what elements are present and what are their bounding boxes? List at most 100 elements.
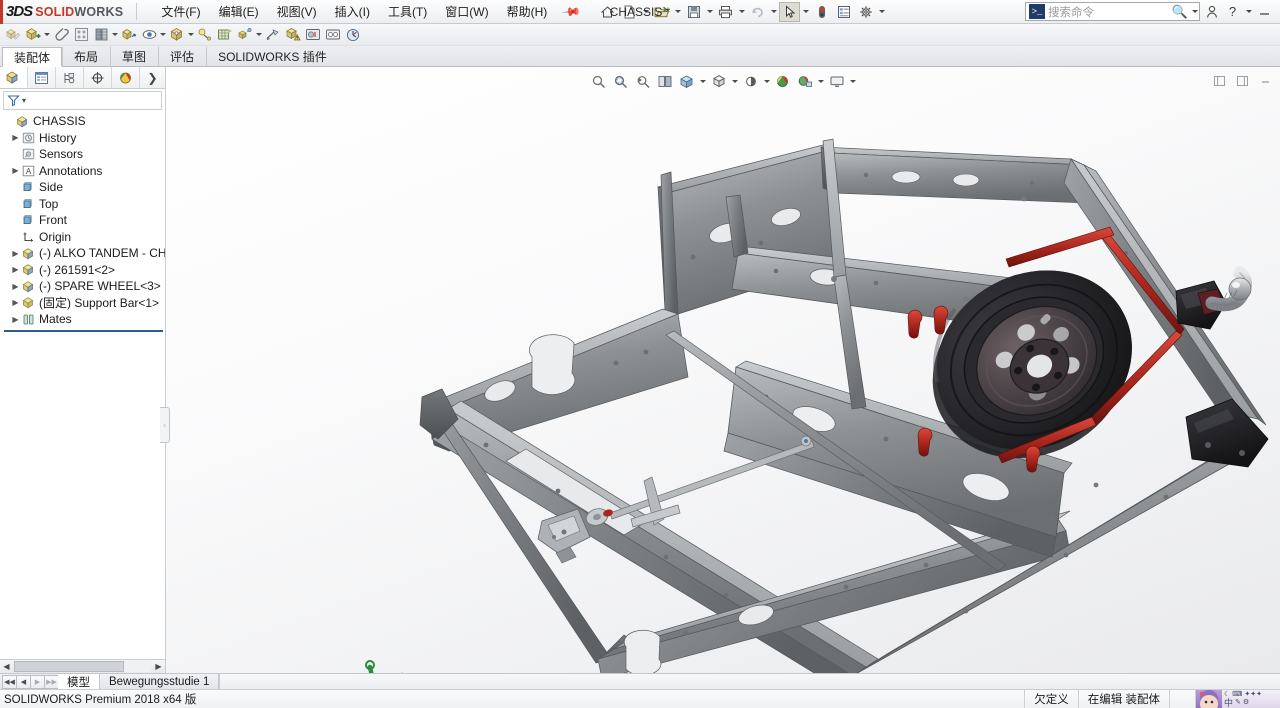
last-tab-button[interactable]: ▶▶ <box>44 674 59 689</box>
select-button[interactable] <box>779 1 801 22</box>
new-document-button[interactable] <box>619 2 640 22</box>
menu-window[interactable]: 窗口(W) <box>436 0 497 24</box>
pin-icon[interactable]: 📌 <box>562 1 582 21</box>
display-style-caret[interactable] <box>731 70 740 92</box>
new-document-caret[interactable] <box>641 2 650 22</box>
view-settings-caret[interactable] <box>849 70 858 92</box>
tab-display-manager[interactable] <box>112 67 140 88</box>
expander[interactable]: ▶ <box>10 133 21 142</box>
open-document-button[interactable] <box>651 2 672 22</box>
tree-item-history[interactable]: ▶ History <box>2 130 165 147</box>
tree-item-mates[interactable]: ▶ Mates <box>2 311 165 328</box>
interference-detection-button[interactable] <box>283 25 303 45</box>
menu-tools[interactable]: 工具(T) <box>379 0 436 24</box>
scroll-track[interactable] <box>14 661 151 672</box>
home-button[interactable] <box>597 2 618 22</box>
scroll-thumb[interactable] <box>14 661 124 672</box>
tab-sketch[interactable]: 草图 <box>110 46 158 66</box>
help-caret[interactable] <box>1244 2 1253 22</box>
hole-alignment-button[interactable] <box>323 25 343 45</box>
pen-icon[interactable]: ✎ <box>1235 699 1241 707</box>
performance-evaluation-button[interactable] <box>343 25 363 45</box>
magnifier-icon[interactable]: 🔍 <box>1170 4 1190 20</box>
expander[interactable]: ▶ <box>10 265 21 274</box>
hide-show-items-button[interactable] <box>741 70 762 92</box>
tree-item-front[interactable]: Front <box>2 212 165 229</box>
ime-language-label[interactable]: 中 <box>1224 699 1233 708</box>
assembly-features-caret[interactable] <box>187 25 195 45</box>
expander[interactable]: ▶ <box>10 282 21 291</box>
search-caret[interactable] <box>1190 2 1199 22</box>
ime-toolbar[interactable]: ☾ ⌨ ✦✦✦ 中 ✎ ⚙ <box>1195 689 1280 708</box>
display-style-button[interactable] <box>709 70 730 92</box>
tab-motion-study-1[interactable]: Bewegungsstudie 1 <box>100 674 220 689</box>
next-tab-button[interactable]: ▶ <box>30 674 45 689</box>
view-orientation-button[interactable] <box>677 70 698 92</box>
user-account-icon[interactable] <box>1202 2 1221 22</box>
tab-model[interactable]: 模型 <box>58 674 100 689</box>
view-orientation-caret[interactable] <box>699 70 708 92</box>
scroll-right-button[interactable]: ▶ <box>152 660 165 673</box>
hide-show-caret[interactable] <box>763 70 772 92</box>
assembly-features-button[interactable] <box>167 25 187 45</box>
chassis-assembly-model[interactable] <box>166 67 1280 673</box>
menu-insert[interactable]: 插入(I) <box>326 0 379 24</box>
print-caret[interactable] <box>737 2 746 22</box>
ime-avatar[interactable] <box>1196 689 1222 708</box>
move-component-button[interactable] <box>119 25 139 45</box>
apply-scene-caret[interactable] <box>817 70 826 92</box>
star-icon[interactable]: ✦✦✦ <box>1244 691 1262 699</box>
keyboard-icon[interactable]: ⌨ <box>1232 691 1242 699</box>
tab-layout[interactable]: 布局 <box>62 46 110 66</box>
previous-tab-button[interactable]: ◀ <box>16 674 31 689</box>
expander[interactable]: ▶ <box>10 249 21 258</box>
explode-line-sketch-button[interactable] <box>263 25 283 45</box>
show-hidden-components-button[interactable] <box>139 25 159 45</box>
section-view-button[interactable] <box>655 70 676 92</box>
select-caret[interactable] <box>801 2 810 22</box>
show-hidden-caret[interactable] <box>159 25 167 45</box>
tree-item-261591[interactable]: ▶ (-) 261591<2> <box>2 262 165 279</box>
file-properties-button[interactable] <box>833 2 854 22</box>
clearance-verification-button[interactable] <box>303 25 323 45</box>
print-button[interactable] <box>715 2 736 22</box>
tree-item-alko-tandem-chassis[interactable]: ▶ (-) ALKO TANDEM - CHAS <box>2 245 165 262</box>
options-caret[interactable] <box>877 2 886 22</box>
menu-help[interactable]: 帮助(H) <box>498 0 557 24</box>
tree-item-top[interactable]: Top <box>2 196 165 213</box>
scroll-left-button[interactable]: ◀ <box>0 660 13 673</box>
feature-tree-filter[interactable]: ▾ <box>3 91 162 110</box>
tree-item-annotations[interactable]: ▶ A Annotations <box>2 163 165 180</box>
expander[interactable]: ▶ <box>10 315 21 324</box>
tab-evaluate[interactable]: 评估 <box>158 46 206 66</box>
bom-table-button[interactable] <box>215 25 235 45</box>
tree-item-support-bar[interactable]: ▶ (固定) Support Bar<1> <box>2 295 165 312</box>
tab-solidworks-addins[interactable]: SOLIDWORKS 插件 <box>206 46 339 66</box>
edit-component-button[interactable] <box>3 25 23 45</box>
graphics-viewport[interactable] <box>166 67 1280 673</box>
tab-property-manager[interactable] <box>28 67 56 88</box>
expander[interactable]: ▶ <box>10 166 21 175</box>
edit-appearance-button[interactable] <box>773 70 794 92</box>
tile-horizontal-icon[interactable] <box>1209 70 1230 92</box>
search-input[interactable]: 搜索命令 <box>1048 4 1170 20</box>
exploded-view-caret[interactable] <box>255 25 263 45</box>
tab-assembly[interactable]: 装配体 <box>2 47 63 67</box>
undo-button[interactable] <box>747 2 768 22</box>
feature-tree[interactable]: CHASSIS ▶ History Sensors ▶ A Annotation… <box>0 113 165 659</box>
feature-tree-scrollbar[interactable]: ◀ ▶ <box>0 659 165 673</box>
tree-item-sensors[interactable]: Sensors <box>2 146 165 163</box>
options-button[interactable] <box>855 2 876 22</box>
exploded-view-button[interactable] <box>235 25 255 45</box>
menu-file[interactable]: 文件(F) <box>152 0 209 24</box>
menu-edit[interactable]: 编辑(E) <box>210 0 268 24</box>
minimize-icon[interactable] <box>1255 70 1276 92</box>
reference-geometry-button[interactable] <box>195 25 215 45</box>
tab-feature-manager-tree[interactable] <box>0 67 28 88</box>
chevron-right-icon[interactable]: ❯ <box>140 71 165 85</box>
previous-view-button[interactable] <box>633 70 654 92</box>
undo-caret[interactable] <box>769 2 778 22</box>
smart-fastener-button[interactable] <box>91 25 111 45</box>
save-caret[interactable] <box>705 2 714 22</box>
smart-fastener-caret[interactable] <box>111 25 119 45</box>
